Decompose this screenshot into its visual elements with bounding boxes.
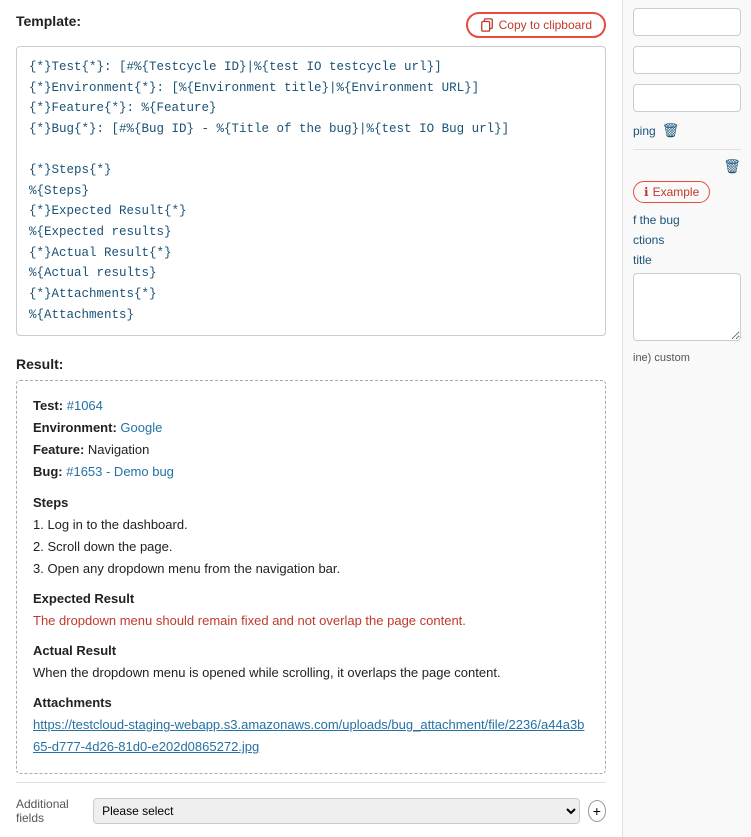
- result-bug-label: Bug:: [33, 464, 63, 479]
- result-feature-row: Feature: Navigation: [33, 439, 589, 461]
- result-step-3: 3. Open any dropdown menu from the navig…: [33, 558, 589, 580]
- result-attachments-heading: Attachments: [33, 692, 589, 714]
- trash-icon-2[interactable]: 🗑: [723, 158, 741, 175]
- result-environment-row: Environment: Google: [33, 417, 589, 439]
- result-steps: 1. Log in to the dashboard. 2. Scroll do…: [33, 514, 589, 580]
- right-dropdown-3[interactable]: [633, 84, 741, 112]
- template-box: {*}Test{*}: [#%{Testcycle ID}|%{test IO …: [16, 46, 606, 336]
- result-box: Test: #1064 Environment: Google Feature:…: [16, 380, 606, 773]
- copy-button-label: Copy to clipboard: [499, 18, 592, 32]
- template-line-2: {*}Environment{*}: [%{Environment title}…: [29, 78, 593, 99]
- result-bug-row: Bug: #1653 - Demo bug: [33, 461, 589, 483]
- result-environment-value: Google: [120, 420, 162, 435]
- template-label: Template:: [16, 13, 81, 29]
- template-line-5: [29, 140, 593, 161]
- result-feature-value: Navigation: [88, 442, 149, 457]
- additional-fields-bar: Additional fields Please select +: [16, 782, 606, 825]
- trash-icon-1[interactable]: 🗑: [662, 122, 680, 139]
- example-button[interactable]: ℹ Example: [633, 181, 710, 203]
- result-bug-value: #1653 - Demo bug: [66, 464, 174, 479]
- right-item-1[interactable]: f the bug: [633, 213, 741, 227]
- result-label: Result:: [16, 356, 606, 372]
- template-line-8: {*}Expected Result{*}: [29, 201, 593, 222]
- template-line-11: %{Actual results}: [29, 263, 593, 284]
- result-expected-heading: Expected Result: [33, 588, 589, 610]
- result-step-1: 1. Log in to the dashboard.: [33, 514, 589, 536]
- additional-fields-select[interactable]: Please select: [93, 798, 580, 824]
- trash-only-row: 🗑: [633, 158, 741, 175]
- right-textarea[interactable]: [633, 273, 741, 341]
- result-actual-text: When the dropdown menu is opened while s…: [33, 662, 589, 684]
- template-line-7: %{Steps}: [29, 181, 593, 202]
- copy-to-clipboard-button[interactable]: Copy to clipboard: [466, 12, 606, 38]
- right-item-3[interactable]: title: [633, 253, 741, 267]
- result-attachment-url[interactable]: https://testcloud-staging-webapp.s3.amaz…: [33, 714, 589, 758]
- template-line-13: %{Attachments}: [29, 305, 593, 326]
- example-button-label: Example: [653, 185, 700, 199]
- right-dropdown-2[interactable]: [633, 46, 741, 74]
- add-field-button[interactable]: +: [588, 800, 606, 822]
- template-line-6: {*}Steps{*}: [29, 160, 593, 181]
- result-test-row: Test: #1064: [33, 395, 589, 417]
- result-feature-label: Feature:: [33, 442, 84, 457]
- result-step-2: 2. Scroll down the page.: [33, 536, 589, 558]
- template-line-9: %{Expected results}: [29, 222, 593, 243]
- result-steps-heading: Steps: [33, 492, 589, 514]
- template-line-10: {*}Actual Result{*}: [29, 243, 593, 264]
- right-custom-label: ine) custom: [633, 352, 741, 364]
- right-dropdown-1[interactable]: [633, 8, 741, 36]
- template-line-4: {*}Bug{*}: [#%{Bug ID} - %{Title of the …: [29, 119, 593, 140]
- result-actual-heading: Actual Result: [33, 640, 589, 662]
- info-icon: ℹ: [644, 185, 649, 199]
- additional-fields-label: Additional fields: [16, 797, 85, 825]
- divider-1: [633, 149, 741, 150]
- template-line-1: {*}Test{*}: [#%{Testcycle ID}|%{test IO …: [29, 57, 593, 78]
- mapping-row: ping 🗑: [633, 122, 741, 139]
- result-test-label: Test:: [33, 398, 63, 413]
- result-expected-text: The dropdown menu should remain fixed an…: [33, 610, 589, 632]
- template-line-12: {*}Attachments{*}: [29, 284, 593, 305]
- copy-icon: [480, 18, 494, 32]
- mapping-label: ping: [633, 124, 656, 138]
- result-environment-label: Environment:: [33, 420, 117, 435]
- result-test-value: #1064: [67, 398, 103, 413]
- plus-icon: +: [593, 803, 601, 819]
- right-item-2[interactable]: ctions: [633, 233, 741, 247]
- template-line-3: {*}Feature{*}: %{Feature}: [29, 98, 593, 119]
